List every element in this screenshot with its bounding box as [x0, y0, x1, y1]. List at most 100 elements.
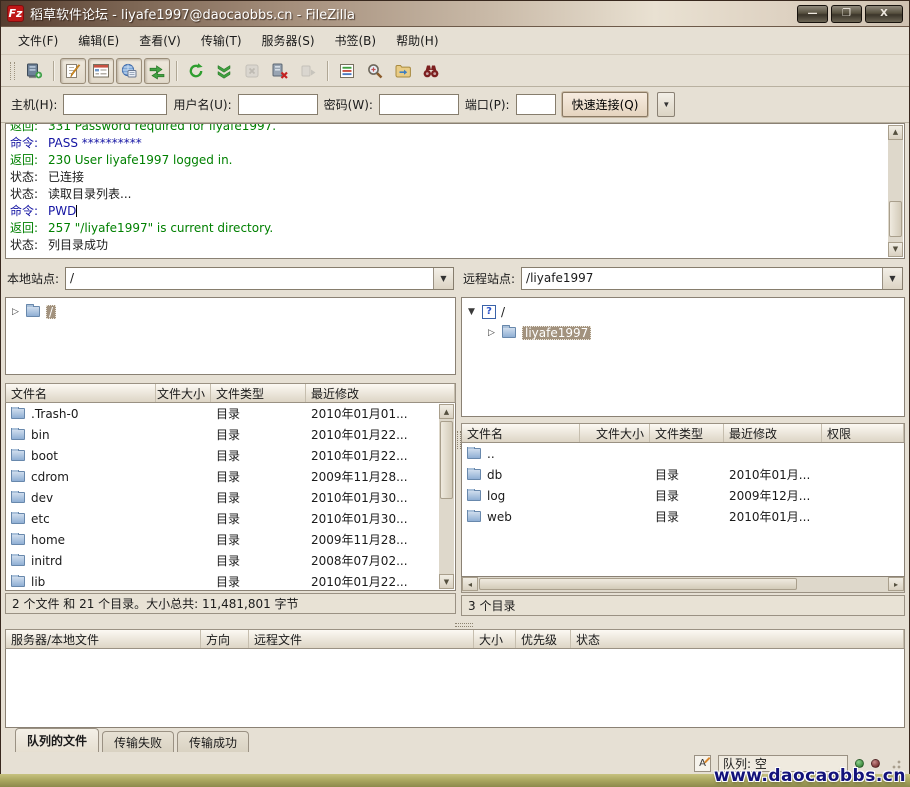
process-queue-icon[interactable]	[211, 58, 237, 84]
remote-list-hscrollbar[interactable]: ◂ ▸	[461, 577, 905, 593]
chevron-down-icon[interactable]: ▼	[433, 268, 453, 289]
quickconnect-dropdown-icon[interactable]: ▼	[657, 92, 675, 117]
scroll-down-icon[interactable]: ▼	[439, 574, 454, 589]
column-filesize[interactable]: 文件大小	[156, 384, 211, 402]
table-row[interactable]: .Trash-0目录2010年01月01...	[6, 403, 455, 424]
remote-status-bar: 3 个目录	[461, 595, 905, 616]
column-remote-file[interactable]: 远程文件	[249, 630, 474, 648]
log-edit-icon[interactable]: A	[694, 755, 711, 772]
minimize-button[interactable]: —	[797, 5, 828, 23]
scroll-up-icon[interactable]: ▲	[888, 125, 903, 140]
collapse-icon[interactable]: ▼	[468, 307, 482, 317]
disconnect-icon[interactable]	[267, 58, 293, 84]
menu-bookmarks[interactable]: 书签(B)	[326, 29, 386, 52]
local-directory-tree[interactable]: ▷ /	[5, 297, 456, 375]
tree-node-root[interactable]: ▼ ? /	[462, 301, 904, 322]
table-row[interactable]: cdrom目录2009年11月28...	[6, 466, 455, 487]
directory-filter-icon[interactable]	[334, 58, 360, 84]
log-line: 状态:读取目录列表...	[10, 186, 900, 203]
column-filesize[interactable]: 文件大小	[580, 424, 650, 442]
refresh-icon[interactable]	[183, 58, 209, 84]
folder-icon	[11, 534, 25, 545]
tab-successful-transfers[interactable]: 传输成功	[177, 731, 249, 752]
menu-server[interactable]: 服务器(S)	[253, 29, 324, 52]
reconnect-icon[interactable]	[295, 58, 321, 84]
local-site-combobox[interactable]: / ▼	[65, 267, 454, 290]
log-scrollbar[interactable]: ▲ ▼	[888, 125, 903, 257]
remote-site-combobox[interactable]: /liyafe1997 ▼	[521, 267, 903, 290]
local-splitter[interactable]	[5, 375, 456, 383]
column-permissions[interactable]: 权限	[822, 424, 904, 442]
directory-comparison-icon[interactable]	[362, 58, 388, 84]
close-button[interactable]: X	[865, 5, 903, 23]
tab-failed-transfers[interactable]: 传输失败	[102, 731, 174, 752]
expand-icon[interactable]: ▷	[12, 307, 26, 317]
column-status[interactable]: 状态	[571, 630, 904, 648]
column-filetype[interactable]: 文件类型	[650, 424, 724, 442]
table-row[interactable]: home目录2009年11月28...	[6, 529, 455, 550]
scroll-left-icon[interactable]: ◂	[462, 577, 478, 591]
column-direction[interactable]: 方向	[201, 630, 249, 648]
scroll-down-icon[interactable]: ▼	[888, 242, 903, 257]
local-list-scrollbar[interactable]: ▲ ▼	[439, 404, 454, 589]
menu-edit[interactable]: 编辑(E)	[69, 29, 128, 52]
username-input[interactable]	[238, 94, 318, 115]
scroll-right-icon[interactable]: ▸	[888, 577, 904, 591]
find-files-icon[interactable]	[418, 58, 444, 84]
queue-splitter[interactable]	[1, 621, 909, 629]
message-log[interactable]: 返回:331 Password required for liyafe1997.…	[5, 123, 905, 259]
menu-file[interactable]: 文件(F)	[9, 29, 67, 52]
toggle-message-log-icon[interactable]	[60, 58, 86, 84]
toggle-local-tree-icon[interactable]	[88, 58, 114, 84]
username-label: 用户名(U):	[173, 96, 231, 113]
table-row[interactable]: initrd目录2008年07月02...	[6, 550, 455, 571]
scrollbar-thumb[interactable]	[889, 201, 902, 237]
chevron-down-icon[interactable]: ▼	[882, 268, 902, 289]
column-modified[interactable]: 最近修改	[724, 424, 822, 442]
queue-tabs: 队列的文件 传输失败 传输成功	[5, 728, 905, 752]
column-filename[interactable]: 文件名	[462, 424, 580, 442]
toggle-transfer-queue-icon[interactable]	[144, 58, 170, 84]
toolbar-separator	[176, 61, 177, 81]
file-panes: 本地站点: / ▼ ▷ / 文件名 文件大小	[5, 259, 905, 621]
column-size[interactable]: 大小	[474, 630, 516, 648]
column-server-local-file[interactable]: 服务器/本地文件	[6, 630, 201, 648]
quickconnect-button[interactable]: 快速连接(Q)	[562, 92, 649, 117]
scrollbar-thumb[interactable]	[440, 421, 453, 499]
table-row[interactable]: ..	[462, 443, 904, 464]
scroll-up-icon[interactable]: ▲	[439, 404, 454, 419]
tree-node-child[interactable]: ▷ liyafe1997	[462, 322, 904, 343]
toggle-remote-tree-icon[interactable]	[116, 58, 142, 84]
site-manager-icon[interactable]	[21, 58, 47, 84]
transfer-queue-list[interactable]	[5, 649, 905, 728]
column-modified[interactable]: 最近修改	[306, 384, 455, 402]
table-row[interactable]: dev目录2010年01月30...	[6, 487, 455, 508]
folder-icon	[467, 448, 481, 459]
tree-node-root[interactable]: ▷ /	[6, 301, 455, 322]
folder-icon	[11, 471, 25, 482]
menu-help[interactable]: 帮助(H)	[387, 29, 447, 52]
table-row[interactable]: log目录2009年12月...	[462, 485, 904, 506]
column-priority[interactable]: 优先级	[516, 630, 571, 648]
password-input[interactable]	[379, 94, 459, 115]
table-row[interactable]: web目录2010年01月...	[462, 506, 904, 527]
synchronized-browsing-icon[interactable]	[390, 58, 416, 84]
column-filename[interactable]: 文件名	[6, 384, 156, 402]
table-row[interactable]: lib目录2010年01月22...	[6, 571, 455, 591]
table-row[interactable]: boot目录2010年01月22...	[6, 445, 455, 466]
cancel-icon[interactable]	[239, 58, 265, 84]
column-filetype[interactable]: 文件类型	[211, 384, 306, 402]
maximize-button[interactable]: ❐	[831, 5, 862, 23]
table-row[interactable]: etc目录2010年01月30...	[6, 508, 455, 529]
table-row[interactable]: bin目录2010年01月22...	[6, 424, 455, 445]
scrollbar-thumb[interactable]	[479, 578, 797, 590]
expand-icon[interactable]: ▷	[488, 328, 502, 338]
host-input[interactable]	[63, 94, 167, 115]
port-input[interactable]	[516, 94, 556, 115]
title-bar: Fz 稻草软件论坛 - liyafe1997@daocaobbs.cn - Fi…	[1, 1, 909, 27]
table-row[interactable]: db目录2010年01月...	[462, 464, 904, 485]
menu-transfer[interactable]: 传输(T)	[192, 29, 251, 52]
remote-directory-tree[interactable]: ▼ ? / ▷ liyafe1997	[461, 297, 905, 417]
menu-view[interactable]: 查看(V)	[130, 29, 190, 52]
tab-queued-files[interactable]: 队列的文件	[15, 728, 99, 752]
